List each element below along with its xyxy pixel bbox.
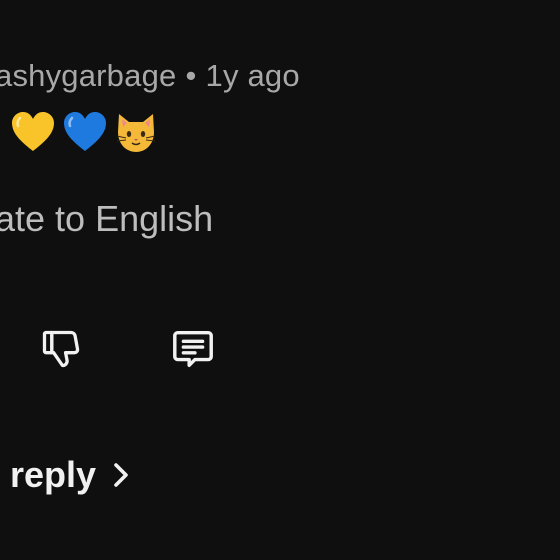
comment-meta: ashygarbage • 1y ago — [0, 58, 300, 94]
yellow-heart-icon — [12, 112, 54, 151]
comment-icon — [173, 330, 213, 368]
meta-separator: • — [185, 58, 197, 93]
reply-count-label: l reply — [0, 454, 97, 495]
comment-item: ashygarbage • 1y ago ate to English l re… — [0, 0, 560, 560]
blue-heart-icon — [64, 112, 106, 151]
translate-link[interactable]: ate to English — [0, 198, 213, 240]
dislike-button[interactable] — [36, 324, 86, 374]
comment-actions — [0, 324, 560, 376]
cat-face-icon — [116, 114, 156, 152]
thumbs-down-icon — [42, 330, 80, 368]
comment-body — [10, 108, 158, 158]
chevron-right-icon — [114, 463, 128, 487]
view-replies-button[interactable]: l reply — [0, 454, 132, 496]
comment-author[interactable]: ashygarbage — [0, 58, 176, 93]
reply-button[interactable] — [168, 324, 218, 374]
comment-time: 1y ago — [205, 58, 300, 93]
